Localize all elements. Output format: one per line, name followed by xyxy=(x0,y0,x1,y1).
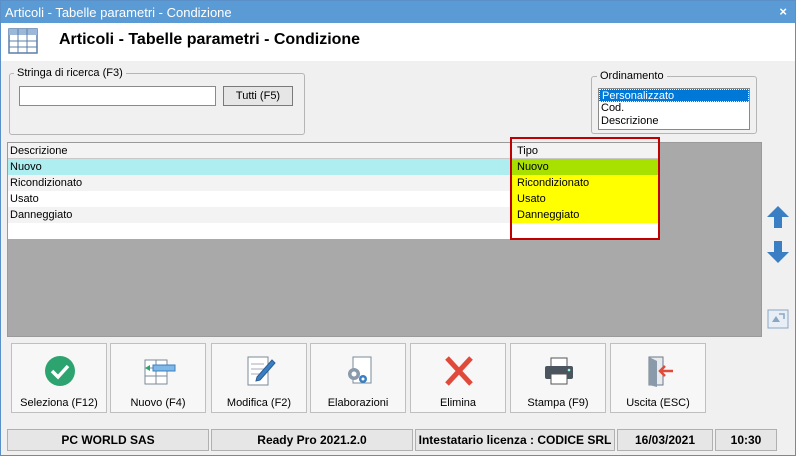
ordering-listbox[interactable]: Personalizzato Cod. Descrizione xyxy=(598,88,750,130)
insert-row-icon xyxy=(144,359,176,385)
ordering-option[interactable]: Descrizione xyxy=(599,115,749,128)
page-title: Articoli - Tabelle parametri - Condizion… xyxy=(59,31,361,48)
cell-descrizione: Usato xyxy=(8,191,510,207)
ordering-option[interactable]: Cod. xyxy=(599,102,749,115)
processing-button-label: Elaborazioni xyxy=(327,397,389,409)
status-license: Intestatario licenza : CODICE SRL xyxy=(415,429,615,451)
move-down-icon[interactable] xyxy=(766,239,790,265)
search-legend: Stringa di ricerca (F3) xyxy=(14,67,126,79)
highlight-box xyxy=(510,137,660,240)
select-button[interactable]: Seleziona (F12) xyxy=(11,343,107,413)
window-title: Articoli - Tabelle parametri - Condizion… xyxy=(5,5,232,20)
delete-button-label: Elimina xyxy=(439,397,477,409)
sort-icon[interactable] xyxy=(766,306,790,332)
delete-button[interactable]: Elimina xyxy=(410,343,506,413)
page-header: Articoli - Tabelle parametri - Condizion… xyxy=(1,23,795,61)
ordering-option[interactable]: Personalizzato xyxy=(599,89,749,102)
select-button-label: Seleziona (F12) xyxy=(20,397,98,409)
printer-icon xyxy=(545,357,573,385)
delete-icon xyxy=(445,356,473,386)
new-button-label: Nuovo (F4) xyxy=(130,397,186,409)
cell-descrizione: Ricondizionato xyxy=(8,175,510,191)
edit-icon xyxy=(247,356,276,386)
processing-button[interactable]: Elaborazioni xyxy=(310,343,406,413)
status-bar: PC WORLD SAS Ready Pro 2021.2.0 Intestat… xyxy=(7,429,789,451)
title-bar: Articoli - Tabelle parametri - Condizion… xyxy=(1,1,795,23)
print-button[interactable]: Stampa (F9) xyxy=(510,343,606,413)
exit-button-label: Uscita (ESC) xyxy=(626,397,690,409)
checkmark-icon xyxy=(45,356,75,386)
status-date: 16/03/2021 xyxy=(617,429,713,451)
status-time: 10:30 xyxy=(715,429,777,451)
all-button[interactable]: Tutti (F5) xyxy=(223,86,293,106)
main-window: Articoli - Tabelle parametri - Condizion… xyxy=(0,0,796,456)
ordering-legend: Ordinamento xyxy=(597,70,667,82)
cell-descrizione: Danneggiato xyxy=(8,207,510,223)
search-input[interactable] xyxy=(19,86,216,106)
exit-button[interactable]: Uscita (ESC) xyxy=(610,343,706,413)
status-company: PC WORLD SAS xyxy=(7,429,209,451)
gear-document-icon xyxy=(348,356,372,384)
print-button-label: Stampa (F9) xyxy=(527,397,589,409)
table-icon xyxy=(8,28,38,54)
new-button[interactable]: Nuovo (F4) xyxy=(110,343,206,413)
exit-icon xyxy=(648,356,673,387)
move-up-icon[interactable] xyxy=(766,204,790,230)
status-product: Ready Pro 2021.2.0 xyxy=(211,429,413,451)
column-header-descrizione[interactable]: Descrizione xyxy=(10,145,67,157)
edit-button-label: Modifica (F2) xyxy=(226,397,292,409)
close-icon[interactable]: × xyxy=(779,4,787,19)
edit-button[interactable]: Modifica (F2) xyxy=(211,343,307,413)
cell-descrizione: Nuovo xyxy=(8,159,510,175)
